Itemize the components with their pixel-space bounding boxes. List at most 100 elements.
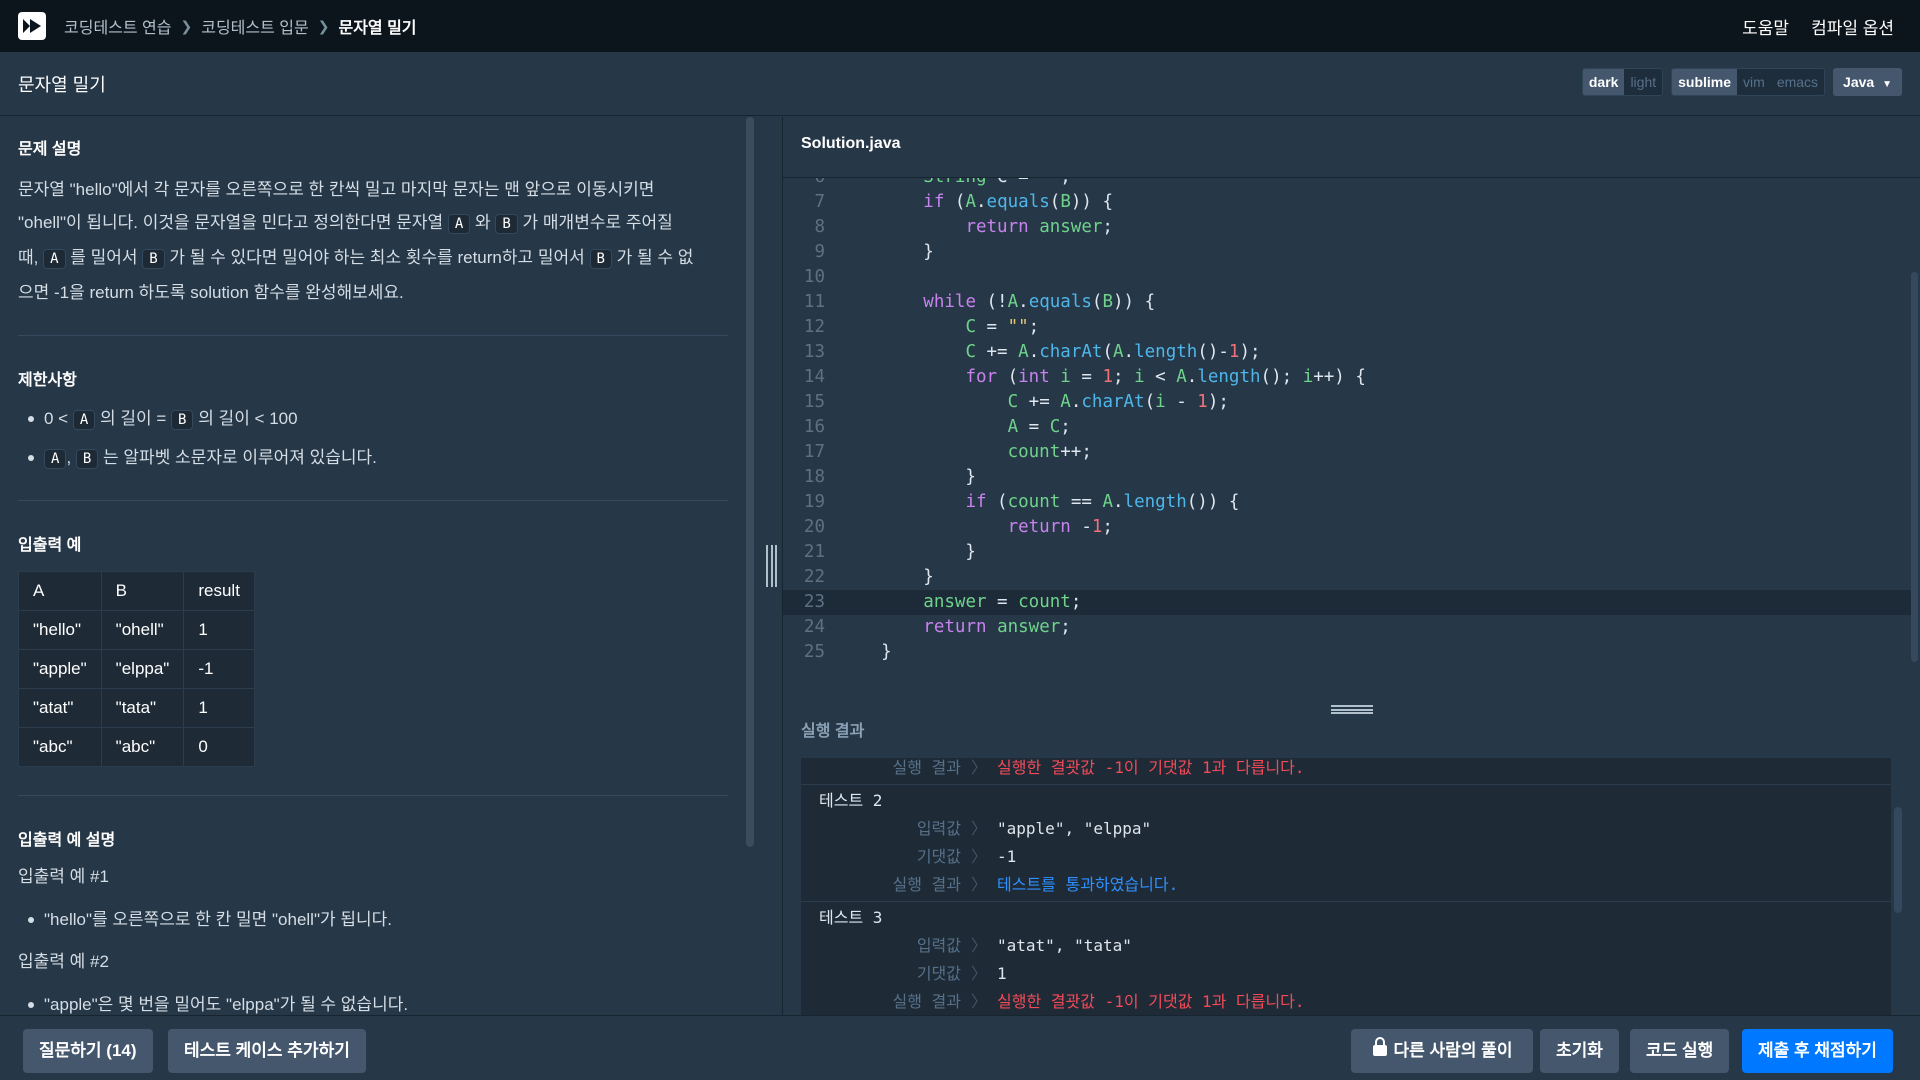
- submit-button[interactable]: 제출 후 채점하기: [1742, 1029, 1893, 1073]
- divider: [18, 500, 728, 501]
- help-link[interactable]: 도움말: [1742, 14, 1789, 39]
- description-heading: 문제 설명: [18, 141, 82, 158]
- code-line: 12 C = "";: [803, 317, 1040, 337]
- code-line: 14 for (int i = 1; i < A.length(); i++) …: [803, 367, 1366, 387]
- code-line: 21 }: [803, 542, 976, 562]
- results-scrollbar[interactable]: [1894, 807, 1902, 913]
- var-a-code: A: [447, 214, 471, 234]
- table-cell: 1: [183, 688, 255, 728]
- others-solution-label: 다른 사람의 풀이: [1393, 1041, 1513, 1060]
- theme-dark-button[interactable]: dark: [1582, 69, 1625, 95]
- result-row: 기댓값 〉 -1: [916, 847, 1017, 866]
- editor-scrollbar[interactable]: [1911, 272, 1918, 662]
- result-row: 기댓값 〉 1: [916, 964, 1007, 983]
- result-row: 실행 결과 〉 실행한 결괏값 -1이 기댓값 1과 다릅니다.: [892, 758, 1305, 777]
- table-header: B: [100, 571, 185, 611]
- keymap-emacs-button[interactable]: emacs: [1771, 69, 1824, 95]
- code-line: 15 C += A.charAt(i - 1);: [803, 392, 1229, 412]
- result-row: 실행 결과 〉 실행한 결괏값 -1이 기댓값 1과 다릅니다.: [892, 992, 1305, 1011]
- table-row: "atat" "tata" 1: [18, 688, 255, 728]
- description-line: 때, A 를 밀어서 B 가 될 수 있다면 밀어야 하는 최소 횟수를 ret…: [18, 248, 694, 269]
- example-2-list: "apple"은 몇 번을 밀어도 "elppa"가 될 수 없습니다.: [28, 986, 728, 1015]
- code-line: 24 return answer;: [803, 617, 1071, 637]
- table-header: A: [18, 571, 102, 611]
- list-item: 0 < A 의 길이 = B 의 길이 < 100: [28, 400, 728, 439]
- run-code-button[interactable]: 코드 실행: [1630, 1029, 1730, 1073]
- page-title: 문자열 밀기: [18, 74, 106, 95]
- table-row: "hello" "ohell" 1: [18, 610, 255, 650]
- problem-description: 문자열 "hello"에서 각 문자를 오른쪽으로 한 칸씩 밀고 마지막 문자…: [18, 173, 728, 309]
- results-resize-handle[interactable]: [1331, 705, 1373, 714]
- language-select[interactable]: Java ▼: [1833, 68, 1902, 96]
- var-b-code: B: [142, 249, 165, 269]
- add-testcase-button[interactable]: 테스트 케이스 추가하기: [168, 1029, 366, 1073]
- result-row: 입력값 〉 "atat", "tata": [916, 936, 1132, 955]
- code-line: 25 }: [803, 642, 892, 662]
- result-row: 실행 결과 〉 테스트를 통과하였습니다.: [892, 875, 1179, 894]
- keymap-sublime-button[interactable]: sublime: [1672, 69, 1738, 95]
- reset-button[interactable]: 초기화: [1540, 1029, 1619, 1073]
- constraints-list: 0 < A 의 길이 = B 의 길이 < 100 A, B 는 알파벳 소문자…: [28, 400, 728, 478]
- pane-resize-handle[interactable]: [766, 545, 777, 587]
- var-b-code: B: [495, 214, 518, 234]
- top-navigation: 코딩테스트 연습 ❯ 코딩테스트 입문 ❯ 문자열 밀기 도움말 컴파일 옵션: [0, 0, 1920, 52]
- theme-toggle: dark light: [1581, 68, 1664, 96]
- table-cell: "ohell": [100, 610, 185, 650]
- code-line: 19 if (count == A.length()) {: [803, 492, 1240, 512]
- description-line: 으면 -1을 return 하도록 solution 함수를 완성해보세요.: [18, 283, 404, 302]
- action-bar: 질문하기 (14) 테스트 케이스 추가하기 다른 사람의 풀이 초기화 코드 …: [0, 1015, 1920, 1080]
- list-item: A, B 는 알파벳 소문자로 이루어져 있습니다.: [28, 439, 728, 478]
- table-cell: -1: [183, 649, 255, 689]
- compile-options-link[interactable]: 컴파일 옵션: [1811, 14, 1894, 39]
- divider: [18, 335, 728, 336]
- constraints-heading: 제한사항: [18, 372, 77, 389]
- example-1-list: "hello"를 오른쪽으로 한 칸 밀면 "ohell"가 됩니다.: [28, 901, 728, 939]
- code-line: 7 if (A.equals(B)) {: [814, 192, 1114, 212]
- table-header: result: [183, 571, 255, 611]
- table-cell: "abc": [100, 727, 185, 767]
- theme-light-button[interactable]: light: [1624, 69, 1662, 95]
- code-line: 20 return -1;: [803, 517, 1113, 537]
- breadcrumb-item-intro[interactable]: 코딩테스트 입문: [201, 14, 309, 38]
- editor-pane: Solution.java 6 String C = ""; 7 if (A.e…: [782, 117, 1920, 1015]
- file-tab[interactable]: Solution.java: [801, 135, 901, 153]
- examples-table: A B result "hello" "ohell" 1 "apple" "el…: [18, 571, 255, 767]
- table-cell: "elppa": [100, 649, 185, 689]
- code-line: 13 C += A.charAt(A.length()-1);: [803, 342, 1261, 362]
- breadcrumb-item-current: 문자열 밀기: [338, 20, 417, 37]
- code-line: 11 while (!A.equals(B)) {: [803, 292, 1156, 312]
- others-solution-button[interactable]: 다른 사람의 풀이: [1351, 1029, 1533, 1073]
- keymap-vim-button[interactable]: vim: [1737, 69, 1771, 95]
- code-editor[interactable]: 6 String C = ""; 7 if (A.equals(B)) { 8 …: [783, 177, 1920, 699]
- problem-scrollbar[interactable]: [746, 117, 754, 847]
- lock-icon: [1372, 1030, 1388, 1074]
- var-b-code: B: [589, 249, 612, 269]
- result-fail-text: 실행한 결괏값 -1이 기댓값 1과 다릅니다.: [997, 992, 1305, 1011]
- examples-heading: 입출력 예: [18, 537, 82, 554]
- chevron-right-icon: ❯: [317, 17, 330, 34]
- table-row: "apple" "elppa" -1: [18, 649, 255, 689]
- breadcrumb-item-practice[interactable]: 코딩테스트 연습: [64, 14, 172, 38]
- programmers-logo-icon[interactable]: [18, 12, 46, 40]
- var-a-code: A: [43, 249, 66, 269]
- table-header-row: A B result: [18, 571, 255, 611]
- caret-down-icon: ▼: [1882, 79, 1892, 90]
- breadcrumb: 코딩테스트 연습 ❯ 코딩테스트 입문 ❯ 문자열 밀기: [64, 14, 417, 38]
- divider: [18, 795, 728, 796]
- description-line: "ohell"이 됩니다. 이것을 문자열을 민다고 정의한다면 문자열 A 와…: [18, 213, 673, 234]
- test-3-title: 테스트 3: [819, 908, 883, 927]
- code-line: 18 }: [803, 467, 976, 487]
- ask-question-button[interactable]: 질문하기 (14): [23, 1029, 153, 1073]
- example-1-title: 입출력 예 #1: [18, 867, 109, 886]
- table-cell: 1: [183, 610, 255, 650]
- result-row: 입력값 〉 "apple", "elppa": [916, 819, 1152, 838]
- results-panel: 실행 결과 〉 실행한 결괏값 -1이 기댓값 1과 다릅니다. 테스트 2 입력값…: [801, 758, 1891, 1015]
- code-line: 16 A = C;: [803, 417, 1071, 437]
- keymap-toggle: sublime vim emacs: [1671, 68, 1826, 96]
- test-2-title: 테스트 2: [819, 791, 883, 810]
- code-line-active: 23 answer = count;: [783, 590, 1913, 615]
- problem-pane: 문제 설명 문자열 "hello"에서 각 문자를 오른쪽으로 한 칸씩 밀고 …: [0, 117, 760, 1015]
- editor-options: dark light sublime vim emacs Java ▼: [1581, 68, 1902, 96]
- table-cell: "atat": [18, 688, 102, 728]
- table-cell: "apple": [18, 649, 102, 689]
